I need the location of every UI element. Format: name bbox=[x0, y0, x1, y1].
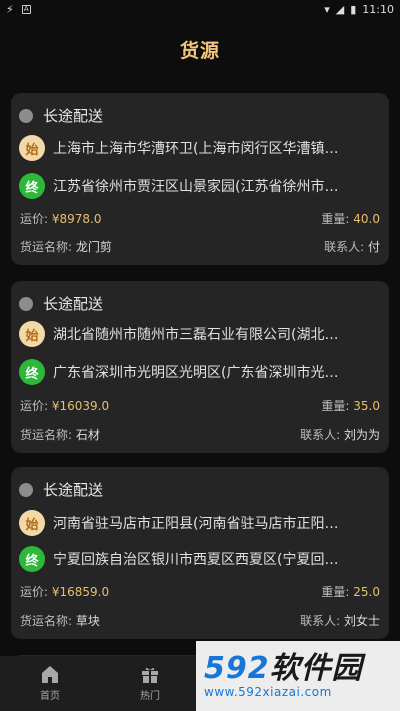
to-row: 终 广东省深圳市光明区光明区(广东省深圳市光… bbox=[19, 359, 379, 385]
goods-label: 货运名称: bbox=[20, 614, 76, 628]
price-weight-row: 运价: ¥8978.0 重量: 40.0 bbox=[20, 210, 380, 227]
from-row: 始 上海市上海市华漕环卫(上海市闵行区华漕镇… bbox=[19, 135, 379, 161]
card-head: 长途配送 bbox=[19, 105, 103, 126]
status-dot-icon bbox=[19, 108, 33, 123]
goods-contact-row: 货运名称: 石材 联系人: 刘为为 bbox=[20, 426, 380, 443]
from-address: 湖北省随州市随州市三磊石业有限公司(湖北… bbox=[53, 327, 339, 343]
contact-field: 联系人: 付 bbox=[324, 238, 380, 255]
card-head: 长途配送 bbox=[19, 293, 103, 314]
delivery-type: 长途配送 bbox=[43, 481, 104, 499]
weight-value: 25.0 bbox=[353, 585, 380, 599]
contact-value: 刘为为 bbox=[343, 428, 380, 442]
card-head: 长途配送 bbox=[19, 479, 103, 500]
weight-field: 重量: 25.0 bbox=[321, 583, 380, 600]
goods-label: 货运名称: bbox=[20, 428, 76, 442]
signal-icon: ◢ bbox=[335, 2, 345, 16]
site-watermark: 592软件园 www.592xiazai.com bbox=[196, 641, 400, 711]
nav-home[interactable]: 首页 bbox=[0, 656, 100, 711]
price-field: 运价: ¥8978.0 bbox=[20, 210, 101, 227]
cargo-card[interactable]: 长途配送 始 湖北省随州市随州市三磊石业有限公司(湖北… 终 广东省深圳市光明区… bbox=[11, 281, 389, 453]
cargo-card[interactable]: 长途配送 始 河南省驻马店市正阳县(河南省驻马店市正阳… 终 宁夏回族自治区银川… bbox=[11, 467, 389, 639]
to-address: 宁夏回族自治区银川市西夏区西夏区(宁夏回… bbox=[53, 552, 339, 568]
goods-value: 草块 bbox=[75, 614, 100, 628]
from-address: 上海市上海市华漕环卫(上海市闵行区华漕镇… bbox=[53, 141, 339, 157]
status-dot-icon bbox=[19, 296, 33, 311]
price-field: 运价: ¥16039.0 bbox=[20, 397, 109, 414]
price-value: ¥8978.0 bbox=[51, 212, 102, 226]
to-address: 江苏省徐州市贾汪区山景家园(江苏省徐州市… bbox=[53, 179, 339, 195]
delivery-type: 长途配送 bbox=[43, 107, 104, 125]
cargo-card[interactable]: 长途配送 始 上海市上海市华漕环卫(上海市闵行区华漕镇… 终 江苏省徐州市贾汪区… bbox=[11, 93, 389, 265]
goods-field: 货运名称: 草块 bbox=[20, 612, 100, 629]
weight-label: 重量: bbox=[321, 399, 354, 413]
goods-label: 货运名称: bbox=[20, 240, 76, 254]
from-row: 始 湖北省随州市随州市三磊石业有限公司(湖北… bbox=[19, 321, 379, 347]
price-value: ¥16859.0 bbox=[51, 585, 110, 599]
weight-label: 重量: bbox=[321, 212, 354, 226]
goods-field: 货运名称: 石材 bbox=[20, 426, 100, 443]
goods-value: 石材 bbox=[75, 428, 100, 442]
status-bar: ⚡ A ▾ ◢ ▮ 11:10 bbox=[0, 0, 400, 18]
nav-home-label: 首页 bbox=[40, 691, 60, 702]
weight-field: 重量: 35.0 bbox=[321, 397, 380, 414]
goods-value: 龙门剪 bbox=[75, 240, 112, 254]
delivery-type: 长途配送 bbox=[43, 295, 104, 313]
price-field: 运价: ¥16859.0 bbox=[20, 583, 109, 600]
watermark-url: www.592xiazai.com bbox=[204, 685, 332, 699]
price-value: ¥16039.0 bbox=[51, 399, 110, 413]
contact-label: 联系人: bbox=[300, 614, 344, 628]
start-badge-icon: 始 bbox=[19, 135, 45, 161]
status-left: ⚡ A bbox=[6, 3, 31, 16]
status-time: 11:10 bbox=[362, 2, 394, 16]
weight-field: 重量: 40.0 bbox=[321, 210, 380, 227]
gift-icon bbox=[142, 668, 158, 683]
wifi-icon: ▾ bbox=[324, 2, 330, 16]
weight-value: 35.0 bbox=[353, 399, 380, 413]
weight-value: 40.0 bbox=[353, 212, 380, 226]
goods-contact-row: 货运名称: 龙门剪 联系人: 付 bbox=[20, 238, 380, 255]
contact-field: 联系人: 刘女士 bbox=[300, 612, 380, 629]
goods-field: 货运名称: 龙门剪 bbox=[20, 238, 112, 255]
price-weight-row: 运价: ¥16859.0 重量: 25.0 bbox=[20, 583, 380, 600]
from-row: 始 河南省驻马店市正阳县(河南省驻马店市正阳… bbox=[19, 510, 379, 536]
contact-value: 刘女士 bbox=[343, 614, 380, 628]
contact-label: 联系人: bbox=[324, 240, 368, 254]
status-right: ▾ ◢ ▮ 11:10 bbox=[324, 3, 394, 16]
goods-contact-row: 货运名称: 草块 联系人: 刘女士 bbox=[20, 612, 380, 629]
end-badge-icon: 终 bbox=[19, 173, 45, 199]
to-address: 广东省深圳市光明区光明区(广东省深圳市光… bbox=[53, 365, 339, 381]
start-badge-icon: 始 bbox=[19, 510, 45, 536]
end-badge-icon: 终 bbox=[19, 359, 45, 385]
contact-label: 联系人: bbox=[300, 428, 344, 442]
nav-hot-label: 热门 bbox=[140, 691, 160, 702]
contact-value: 付 bbox=[367, 240, 380, 254]
watermark-digits: 592 bbox=[204, 651, 270, 686]
price-label: 运价: bbox=[20, 212, 52, 226]
to-row: 终 宁夏回族自治区银川市西夏区西夏区(宁夏回… bbox=[19, 546, 379, 572]
price-label: 运价: bbox=[20, 399, 52, 413]
price-weight-row: 运价: ¥16039.0 重量: 35.0 bbox=[20, 397, 380, 414]
end-badge-icon: 终 bbox=[19, 546, 45, 572]
start-badge-icon: 始 bbox=[19, 321, 45, 347]
home-icon bbox=[42, 666, 58, 683]
nav-hot[interactable]: 热门 bbox=[100, 656, 200, 711]
weight-label: 重量: bbox=[321, 585, 354, 599]
price-label: 运价: bbox=[20, 585, 52, 599]
watermark-brand: 592软件园 bbox=[204, 653, 400, 685]
contact-field: 联系人: 刘为为 bbox=[300, 426, 380, 443]
lightning-icon: ⚡ bbox=[6, 2, 14, 16]
page-title: 货源 bbox=[179, 40, 220, 62]
battery-icon: ▮ bbox=[350, 2, 357, 16]
from-address: 河南省驻马店市正阳县(河南省驻马店市正阳… bbox=[53, 516, 339, 532]
a-icon: A bbox=[21, 4, 31, 14]
status-dot-icon bbox=[19, 482, 33, 497]
watermark-cn: 软件园 bbox=[269, 651, 363, 686]
to-row: 终 江苏省徐州市贾汪区山景家园(江苏省徐州市… bbox=[19, 173, 379, 199]
